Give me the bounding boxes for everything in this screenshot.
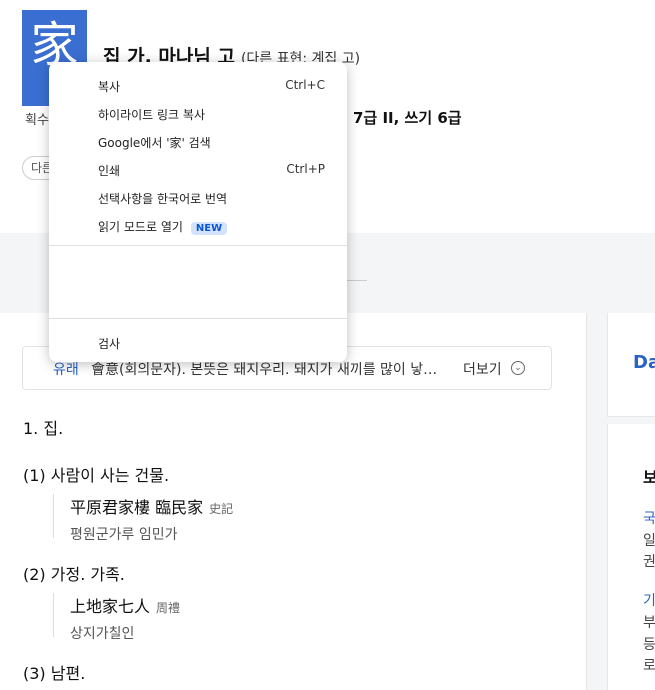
sidebar-text: 등 — [643, 637, 655, 653]
menu-item-copy-highlight-link[interactable]: 하이라이트 링크 복사 — [98, 106, 205, 123]
definition-heading: 1. 집. — [23, 419, 64, 438]
stroke-count-label: 획수 — [25, 113, 49, 128]
definition-item: (2) 가정. 가족. — [23, 565, 125, 584]
menu-item-inspect[interactable]: 검사 — [98, 335, 120, 352]
example-hanja: 上地家七人 — [70, 597, 151, 616]
tab-indicator — [345, 280, 367, 281]
copy-shortcut: Ctrl+C — [285, 78, 325, 92]
definition-item: (1) 사람이 사는 건물. — [23, 466, 170, 485]
menu-divider — [49, 318, 347, 319]
print-shortcut: Ctrl+P — [286, 162, 325, 176]
example-block: 上地家七人 周禮 상지가칠인 — [53, 593, 181, 642]
sidebar-text: 권 — [643, 554, 655, 570]
sidebar-text: 일 — [643, 533, 655, 549]
sidebar-link[interactable]: 기 — [643, 590, 655, 610]
new-badge: NEW — [190, 222, 228, 235]
example-hanja: 平原君家樓 臨民家 — [70, 498, 204, 517]
menu-item-translate[interactable]: 선택사항을 한국어로 번역 — [98, 190, 227, 207]
example-block: 平原君家樓 臨民家 史記 평원군가루 임민가 — [53, 494, 234, 543]
example-reading: 평원군가루 임민가 — [70, 527, 178, 543]
origin-label: 유래 — [53, 362, 79, 378]
sidebar-text: 로 — [643, 658, 655, 674]
example-reading: 상지가칠인 — [70, 626, 135, 642]
menu-divider — [49, 245, 347, 246]
sidebar-text: 부 — [643, 615, 655, 631]
grade-info: 7급 II, 쓰기 6급 — [353, 109, 462, 127]
more-button[interactable]: 더보기 — [463, 359, 502, 379]
example-source: 周禮 — [156, 601, 181, 615]
chevron-down-icon[interactable]: ⌄ — [511, 361, 525, 375]
definition-item: (3) 남편. — [23, 664, 86, 683]
sidebar-link[interactable]: 국 — [643, 508, 655, 528]
menu-item-google-search[interactable]: Google에서 '家' 검색 — [98, 134, 211, 151]
menu-item-reading-mode[interactable]: 읽기 모드로 열기 NEW — [98, 218, 228, 235]
menu-item-copy[interactable]: 복사 — [98, 78, 120, 95]
sidebar-text: 보 — [643, 468, 655, 487]
sidebar-heading: Da — [633, 352, 655, 373]
example-source: 史記 — [209, 502, 234, 516]
origin-text: 會意(회의문자). 본뜻은 돼지우리. 돼지가 새끼를 많이 낳… — [91, 362, 438, 378]
menu-item-print[interactable]: 인쇄 — [98, 162, 120, 179]
context-menu: 복사 Ctrl+C 하이라이트 링크 복사 Google에서 '家' 검색 인쇄… — [49, 62, 347, 362]
